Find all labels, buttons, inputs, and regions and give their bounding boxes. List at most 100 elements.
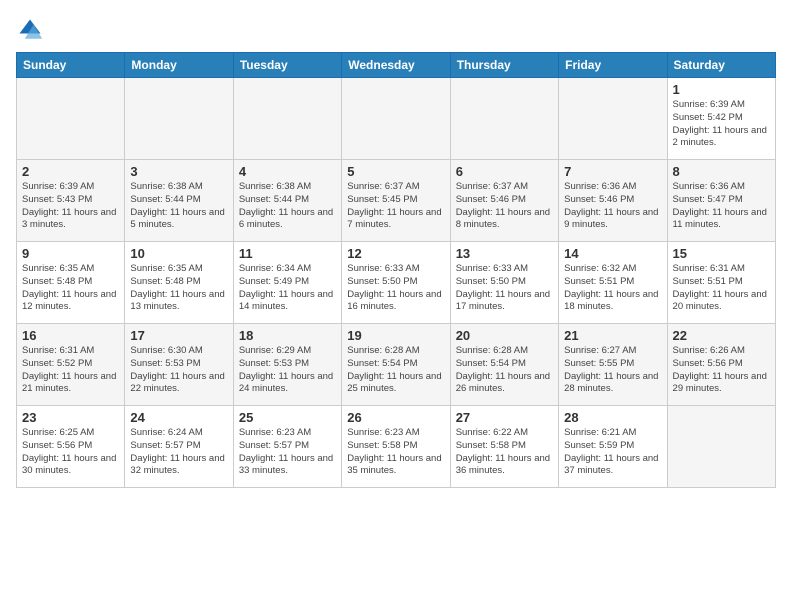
calendar-cell: 14 Sunrise: 6:32 AM Sunset: 5:51 PM Dayli… bbox=[559, 242, 667, 324]
day-info: Sunrise: 6:38 AM Sunset: 5:44 PM Dayligh… bbox=[239, 181, 336, 232]
calendar-cell: 17 Sunrise: 6:30 AM Sunset: 5:53 PM Dayli… bbox=[125, 324, 233, 406]
calendar-cell: 8 Sunrise: 6:36 AM Sunset: 5:47 PM Daylig… bbox=[667, 160, 775, 242]
calendar-cell: 2 Sunrise: 6:39 AM Sunset: 5:43 PM Daylig… bbox=[17, 160, 125, 242]
day-info: Sunrise: 6:22 AM Sunset: 5:58 PM Dayligh… bbox=[456, 427, 553, 478]
day-info: Sunrise: 6:32 AM Sunset: 5:51 PM Dayligh… bbox=[564, 263, 661, 314]
calendar-cell: 10 Sunrise: 6:35 AM Sunset: 5:48 PM Dayli… bbox=[125, 242, 233, 324]
day-info: Sunrise: 6:24 AM Sunset: 5:57 PM Dayligh… bbox=[130, 427, 227, 478]
calendar-cell: 11 Sunrise: 6:34 AM Sunset: 5:49 PM Dayli… bbox=[233, 242, 341, 324]
calendar-cell bbox=[233, 78, 341, 160]
calendar-cell: 26 Sunrise: 6:23 AM Sunset: 5:58 PM Dayli… bbox=[342, 406, 450, 488]
day-info: Sunrise: 6:37 AM Sunset: 5:45 PM Dayligh… bbox=[347, 181, 444, 232]
day-number: 22 bbox=[673, 328, 770, 343]
calendar-cell: 19 Sunrise: 6:28 AM Sunset: 5:54 PM Dayli… bbox=[342, 324, 450, 406]
day-number: 16 bbox=[22, 328, 119, 343]
day-info: Sunrise: 6:29 AM Sunset: 5:53 PM Dayligh… bbox=[239, 345, 336, 396]
calendar-table: SundayMondayTuesdayWednesdayThursdayFrid… bbox=[16, 52, 776, 488]
weekday-header: Sunday bbox=[17, 53, 125, 78]
day-number: 5 bbox=[347, 164, 444, 179]
day-number: 18 bbox=[239, 328, 336, 343]
weekday-header: Wednesday bbox=[342, 53, 450, 78]
day-info: Sunrise: 6:35 AM Sunset: 5:48 PM Dayligh… bbox=[130, 263, 227, 314]
day-number: 12 bbox=[347, 246, 444, 261]
calendar-cell: 3 Sunrise: 6:38 AM Sunset: 5:44 PM Daylig… bbox=[125, 160, 233, 242]
calendar-week-row: 1 Sunrise: 6:39 AM Sunset: 5:42 PM Daylig… bbox=[17, 78, 776, 160]
calendar-cell: 16 Sunrise: 6:31 AM Sunset: 5:52 PM Dayli… bbox=[17, 324, 125, 406]
weekday-header: Monday bbox=[125, 53, 233, 78]
day-number: 3 bbox=[130, 164, 227, 179]
day-info: Sunrise: 6:21 AM Sunset: 5:59 PM Dayligh… bbox=[564, 427, 661, 478]
calendar-week-row: 16 Sunrise: 6:31 AM Sunset: 5:52 PM Dayli… bbox=[17, 324, 776, 406]
calendar-cell bbox=[125, 78, 233, 160]
calendar-cell bbox=[667, 406, 775, 488]
day-number: 10 bbox=[130, 246, 227, 261]
day-number: 6 bbox=[456, 164, 553, 179]
calendar-week-row: 23Sunrise: 6:25 AM Sunset: 5:56 PM Dayli… bbox=[17, 406, 776, 488]
day-info: Sunrise: 6:39 AM Sunset: 5:42 PM Dayligh… bbox=[673, 99, 770, 150]
day-info: Sunrise: 6:33 AM Sunset: 5:50 PM Dayligh… bbox=[456, 263, 553, 314]
calendar-cell: 20 Sunrise: 6:28 AM Sunset: 5:54 PM Dayli… bbox=[450, 324, 558, 406]
day-number: 20 bbox=[456, 328, 553, 343]
calendar-cell: 27 Sunrise: 6:22 AM Sunset: 5:58 PM Dayli… bbox=[450, 406, 558, 488]
day-number: 13 bbox=[456, 246, 553, 261]
day-number: 11 bbox=[239, 246, 336, 261]
calendar-cell bbox=[559, 78, 667, 160]
day-number: 21 bbox=[564, 328, 661, 343]
day-info: Sunrise: 6:31 AM Sunset: 5:52 PM Dayligh… bbox=[22, 345, 119, 396]
calendar-cell: 21 Sunrise: 6:27 AM Sunset: 5:55 PM Dayli… bbox=[559, 324, 667, 406]
calendar-cell: 18 Sunrise: 6:29 AM Sunset: 5:53 PM Dayli… bbox=[233, 324, 341, 406]
day-number: 26 bbox=[347, 410, 444, 425]
day-number: 1 bbox=[673, 82, 770, 97]
day-number: 8 bbox=[673, 164, 770, 179]
day-number: 9 bbox=[22, 246, 119, 261]
day-info: Sunrise: 6:35 AM Sunset: 5:48 PM Dayligh… bbox=[22, 263, 119, 314]
day-number: 17 bbox=[130, 328, 227, 343]
calendar-week-row: 9 Sunrise: 6:35 AM Sunset: 5:48 PM Daylig… bbox=[17, 242, 776, 324]
calendar-cell: 13 Sunrise: 6:33 AM Sunset: 5:50 PM Dayli… bbox=[450, 242, 558, 324]
calendar-cell: 4 Sunrise: 6:38 AM Sunset: 5:44 PM Daylig… bbox=[233, 160, 341, 242]
day-info: Sunrise: 6:23 AM Sunset: 5:57 PM Dayligh… bbox=[239, 427, 336, 478]
calendar-cell: 12 Sunrise: 6:33 AM Sunset: 5:50 PM Dayli… bbox=[342, 242, 450, 324]
day-number: 2 bbox=[22, 164, 119, 179]
day-info: Sunrise: 6:28 AM Sunset: 5:54 PM Dayligh… bbox=[347, 345, 444, 396]
day-info: Sunrise: 6:36 AM Sunset: 5:46 PM Dayligh… bbox=[564, 181, 661, 232]
weekday-header: Thursday bbox=[450, 53, 558, 78]
day-number: 4 bbox=[239, 164, 336, 179]
weekday-header: Saturday bbox=[667, 53, 775, 78]
day-number: 27 bbox=[456, 410, 553, 425]
calendar-cell: 15Sunrise: 6:31 AM Sunset: 5:51 PM Dayli… bbox=[667, 242, 775, 324]
logo bbox=[16, 16, 48, 44]
day-number: 14 bbox=[564, 246, 661, 261]
day-info: Sunrise: 6:33 AM Sunset: 5:50 PM Dayligh… bbox=[347, 263, 444, 314]
weekday-header: Tuesday bbox=[233, 53, 341, 78]
weekday-header: Friday bbox=[559, 53, 667, 78]
day-info: Sunrise: 6:26 AM Sunset: 5:56 PM Dayligh… bbox=[673, 345, 770, 396]
calendar-cell: 25 Sunrise: 6:23 AM Sunset: 5:57 PM Dayli… bbox=[233, 406, 341, 488]
day-info: Sunrise: 6:30 AM Sunset: 5:53 PM Dayligh… bbox=[130, 345, 227, 396]
day-info: Sunrise: 6:27 AM Sunset: 5:55 PM Dayligh… bbox=[564, 345, 661, 396]
calendar-header-row: SundayMondayTuesdayWednesdayThursdayFrid… bbox=[17, 53, 776, 78]
calendar-cell: 6 Sunrise: 6:37 AM Sunset: 5:46 PM Daylig… bbox=[450, 160, 558, 242]
day-info: Sunrise: 6:37 AM Sunset: 5:46 PM Dayligh… bbox=[456, 181, 553, 232]
calendar-cell: 1 Sunrise: 6:39 AM Sunset: 5:42 PM Daylig… bbox=[667, 78, 775, 160]
calendar-cell bbox=[17, 78, 125, 160]
day-number: 24 bbox=[130, 410, 227, 425]
day-number: 7 bbox=[564, 164, 661, 179]
day-info: Sunrise: 6:38 AM Sunset: 5:44 PM Dayligh… bbox=[130, 181, 227, 232]
day-info: Sunrise: 6:36 AM Sunset: 5:47 PM Dayligh… bbox=[673, 181, 770, 232]
day-info: Sunrise: 6:28 AM Sunset: 5:54 PM Dayligh… bbox=[456, 345, 553, 396]
calendar-cell: 24 Sunrise: 6:24 AM Sunset: 5:57 PM Dayli… bbox=[125, 406, 233, 488]
calendar-cell: 7 Sunrise: 6:36 AM Sunset: 5:46 PM Daylig… bbox=[559, 160, 667, 242]
day-number: 19 bbox=[347, 328, 444, 343]
logo-icon bbox=[16, 16, 44, 44]
calendar-cell: 22 Sunrise: 6:26 AM Sunset: 5:56 PM Dayli… bbox=[667, 324, 775, 406]
day-number: 25 bbox=[239, 410, 336, 425]
day-info: Sunrise: 6:23 AM Sunset: 5:58 PM Dayligh… bbox=[347, 427, 444, 478]
day-number: 15 bbox=[673, 246, 770, 261]
calendar-week-row: 2 Sunrise: 6:39 AM Sunset: 5:43 PM Daylig… bbox=[17, 160, 776, 242]
day-info: Sunrise: 6:39 AM Sunset: 5:43 PM Dayligh… bbox=[22, 181, 119, 232]
calendar-cell: 28 Sunrise: 6:21 AM Sunset: 5:59 PM Dayli… bbox=[559, 406, 667, 488]
day-info: Sunrise: 6:34 AM Sunset: 5:49 PM Dayligh… bbox=[239, 263, 336, 314]
day-number: 28 bbox=[564, 410, 661, 425]
calendar-cell bbox=[342, 78, 450, 160]
